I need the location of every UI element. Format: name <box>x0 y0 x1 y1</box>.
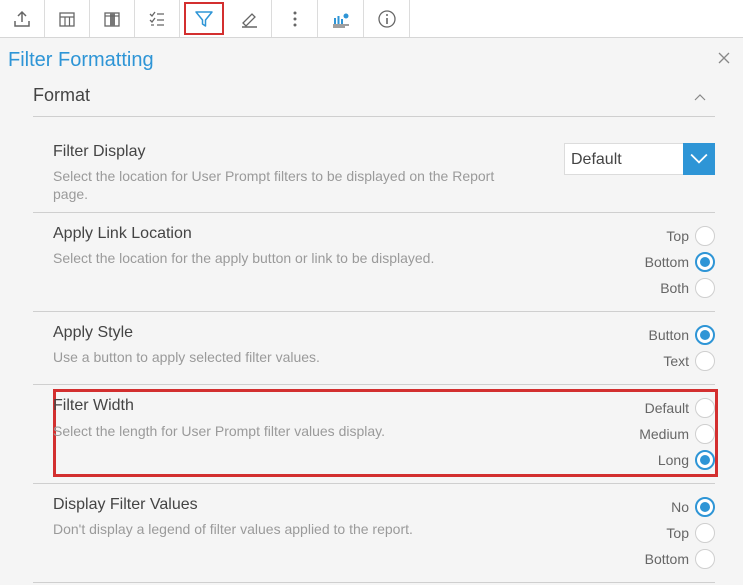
divider <box>33 582 715 583</box>
apply-style-title: Apply Style <box>53 324 134 341</box>
option-label: Both <box>660 280 689 296</box>
apply-link-option-top[interactable]: Top <box>666 225 715 247</box>
option-label: Default <box>644 400 689 416</box>
filter-button[interactable] <box>184 2 224 35</box>
table-button[interactable] <box>45 0 90 37</box>
display-filter-option-top[interactable]: Top <box>666 522 715 544</box>
filter-width-option-long[interactable]: Long <box>658 449 715 471</box>
divider <box>33 311 715 312</box>
table-icon <box>59 11 75 27</box>
option-label: Top <box>666 525 689 541</box>
option-label: Medium <box>639 426 689 442</box>
export-icon <box>14 10 30 27</box>
divider <box>33 212 715 213</box>
info-icon <box>378 9 396 28</box>
filter-width-option-default[interactable]: Default <box>645 397 715 419</box>
apply-style-desc: Use a button to apply selected filter va… <box>53 349 320 365</box>
radio-button[interactable] <box>695 424 715 444</box>
brush-icon <box>242 12 257 28</box>
radio-button[interactable] <box>695 398 715 418</box>
option-label: Bottom <box>644 551 689 567</box>
apply-link-location-title: Apply Link Location <box>53 225 192 242</box>
export-button[interactable] <box>0 0 45 37</box>
close-icon[interactable] <box>717 51 731 65</box>
display-filter-option-bottom[interactable]: Bottom <box>645 548 715 570</box>
apply-link-option-both[interactable]: Both <box>660 277 715 299</box>
radio-button[interactable] <box>695 523 715 543</box>
filter-display-select[interactable]: Default <box>564 143 715 175</box>
radio-button[interactable] <box>695 351 715 371</box>
more-vertical-icon <box>293 11 297 26</box>
columns-button[interactable] <box>90 0 135 37</box>
option-label: Bottom <box>644 254 689 270</box>
radio-button[interactable] <box>695 226 715 246</box>
chart-settings-icon <box>333 13 349 28</box>
info-button[interactable] <box>365 0 410 37</box>
filter-width-desc: Select the length for User Prompt filter… <box>53 423 386 439</box>
radio-button-selected[interactable] <box>695 252 715 272</box>
panel-title: Filter Formatting <box>8 49 154 71</box>
radio-button[interactable] <box>695 278 715 298</box>
apply-link-location-desc: Select the location for the apply button… <box>53 250 435 266</box>
filter-display-title: Filter Display <box>53 143 146 160</box>
option-label: No <box>671 499 689 515</box>
more-button[interactable] <box>273 0 318 37</box>
option-label: Top <box>666 228 689 244</box>
option-label: Button <box>648 327 689 343</box>
dropdown-button[interactable] <box>683 143 715 175</box>
divider <box>33 384 715 385</box>
toolbar <box>0 0 743 38</box>
list-check-button[interactable] <box>135 0 180 37</box>
display-filter-values-title: Display Filter Values <box>53 496 198 513</box>
apply-style-option-text[interactable]: Text <box>663 350 715 372</box>
display-filter-option-no[interactable]: No <box>671 496 715 518</box>
radio-button-selected[interactable] <box>695 325 715 345</box>
display-filter-values-desc: Don't display a legend of filter values … <box>53 521 413 537</box>
filter-width-title: Filter Width <box>53 397 134 414</box>
chevron-down-icon <box>690 153 708 164</box>
option-label: Text <box>663 353 689 369</box>
list-check-icon <box>149 11 164 26</box>
apply-link-option-bottom[interactable]: Bottom <box>645 251 715 273</box>
radio-button-selected[interactable] <box>695 450 715 470</box>
filter-display-desc: Select the location for User Prompt filt… <box>53 168 495 202</box>
brush-button[interactable] <box>227 0 272 37</box>
divider <box>33 116 715 117</box>
radio-button[interactable] <box>695 549 715 569</box>
divider <box>33 483 715 484</box>
section-title: Format <box>33 85 91 105</box>
chevron-up-icon[interactable] <box>694 93 706 101</box>
filter-icon <box>195 10 213 27</box>
chart-settings-button[interactable] <box>319 0 364 37</box>
option-label: Long <box>657 452 689 468</box>
filter-display-value: Default <box>571 151 622 168</box>
columns-icon <box>104 11 120 27</box>
apply-style-option-button[interactable]: Button <box>649 324 715 346</box>
filter-width-option-medium[interactable]: Medium <box>639 423 715 445</box>
radio-button-selected[interactable] <box>695 497 715 517</box>
